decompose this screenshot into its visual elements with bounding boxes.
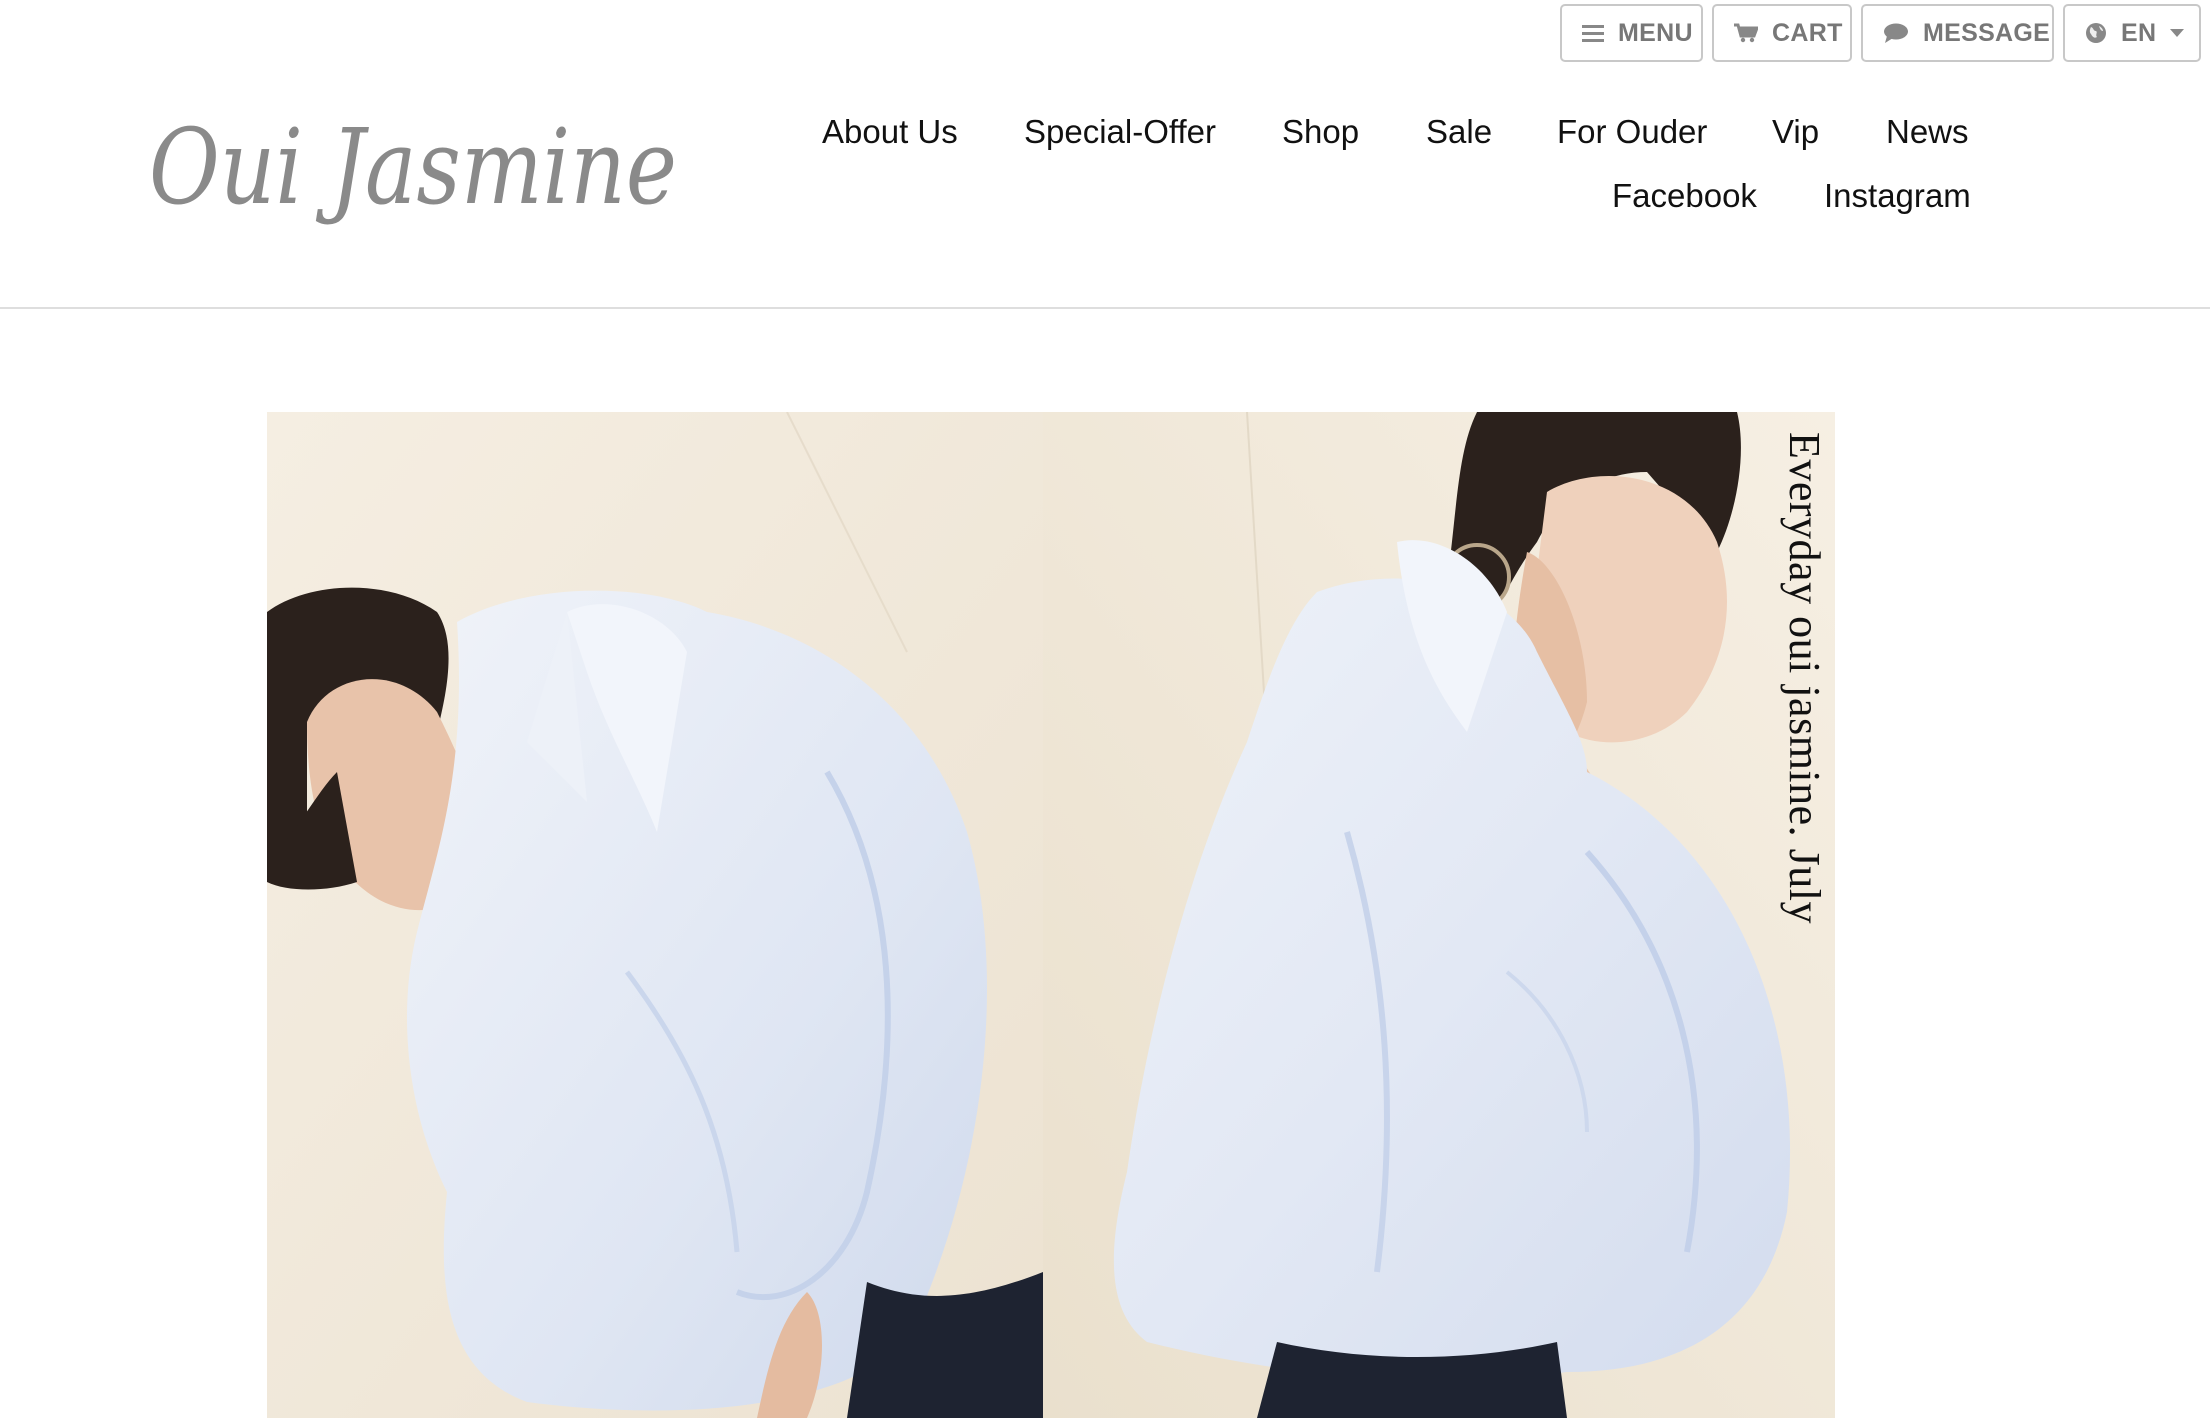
message-button[interactable]: MESSAGE bbox=[1861, 4, 2054, 62]
nav-sale[interactable]: Sale bbox=[1426, 113, 1492, 151]
nav-for-ouder[interactable]: For Ouder bbox=[1557, 113, 1707, 151]
cart-icon bbox=[1734, 23, 1758, 43]
nav-shop[interactable]: Shop bbox=[1282, 113, 1359, 151]
nav-vip[interactable]: Vip bbox=[1772, 113, 1819, 151]
language-label: EN bbox=[2121, 18, 2157, 47]
caption-strip bbox=[1835, 412, 1861, 1418]
hero-photo-left bbox=[267, 412, 1043, 1418]
nav-row-primary: About Us Special-Offer Shop Sale For Oud… bbox=[805, 113, 1969, 177]
nav-special-offer[interactable]: Special-Offer bbox=[1024, 113, 1216, 151]
hero-photo bbox=[267, 412, 1861, 1418]
nav-instagram[interactable]: Instagram bbox=[1824, 177, 1971, 215]
nav-about-us[interactable]: About Us bbox=[822, 113, 958, 151]
logo-wordmark: Oui Jasmine bbox=[149, 106, 677, 228]
chat-bubble-icon bbox=[1883, 23, 1909, 43]
cart-label: CART bbox=[1772, 18, 1843, 47]
caret-down-icon bbox=[2170, 28, 2185, 38]
hero-banner[interactable] bbox=[267, 412, 1861, 1418]
hamburger-icon bbox=[1582, 24, 1604, 42]
nav-row-secondary: Facebook Instagram bbox=[805, 177, 1971, 241]
nav-facebook[interactable]: Facebook bbox=[1612, 177, 1757, 215]
menu-label: MENU bbox=[1618, 18, 1693, 47]
utility-bar: MENU CART MESSAGE EN bbox=[1560, 4, 2201, 62]
nav-news[interactable]: News bbox=[1886, 113, 1969, 151]
main-nav: About Us Special-Offer Shop Sale For Oud… bbox=[805, 113, 1971, 241]
brand-logo[interactable]: Oui Jasmine bbox=[145, 103, 685, 233]
language-selector[interactable]: EN bbox=[2063, 4, 2201, 62]
hero-photo-right bbox=[1043, 412, 1861, 1418]
message-label: MESSAGE bbox=[1923, 18, 2051, 47]
menu-button[interactable]: MENU bbox=[1560, 4, 1703, 62]
cart-button[interactable]: CART bbox=[1712, 4, 1852, 62]
hero-caption: Everyday oui jasmine. July bbox=[1780, 432, 1829, 925]
globe-icon bbox=[2085, 22, 2107, 44]
header-divider bbox=[0, 307, 2210, 309]
